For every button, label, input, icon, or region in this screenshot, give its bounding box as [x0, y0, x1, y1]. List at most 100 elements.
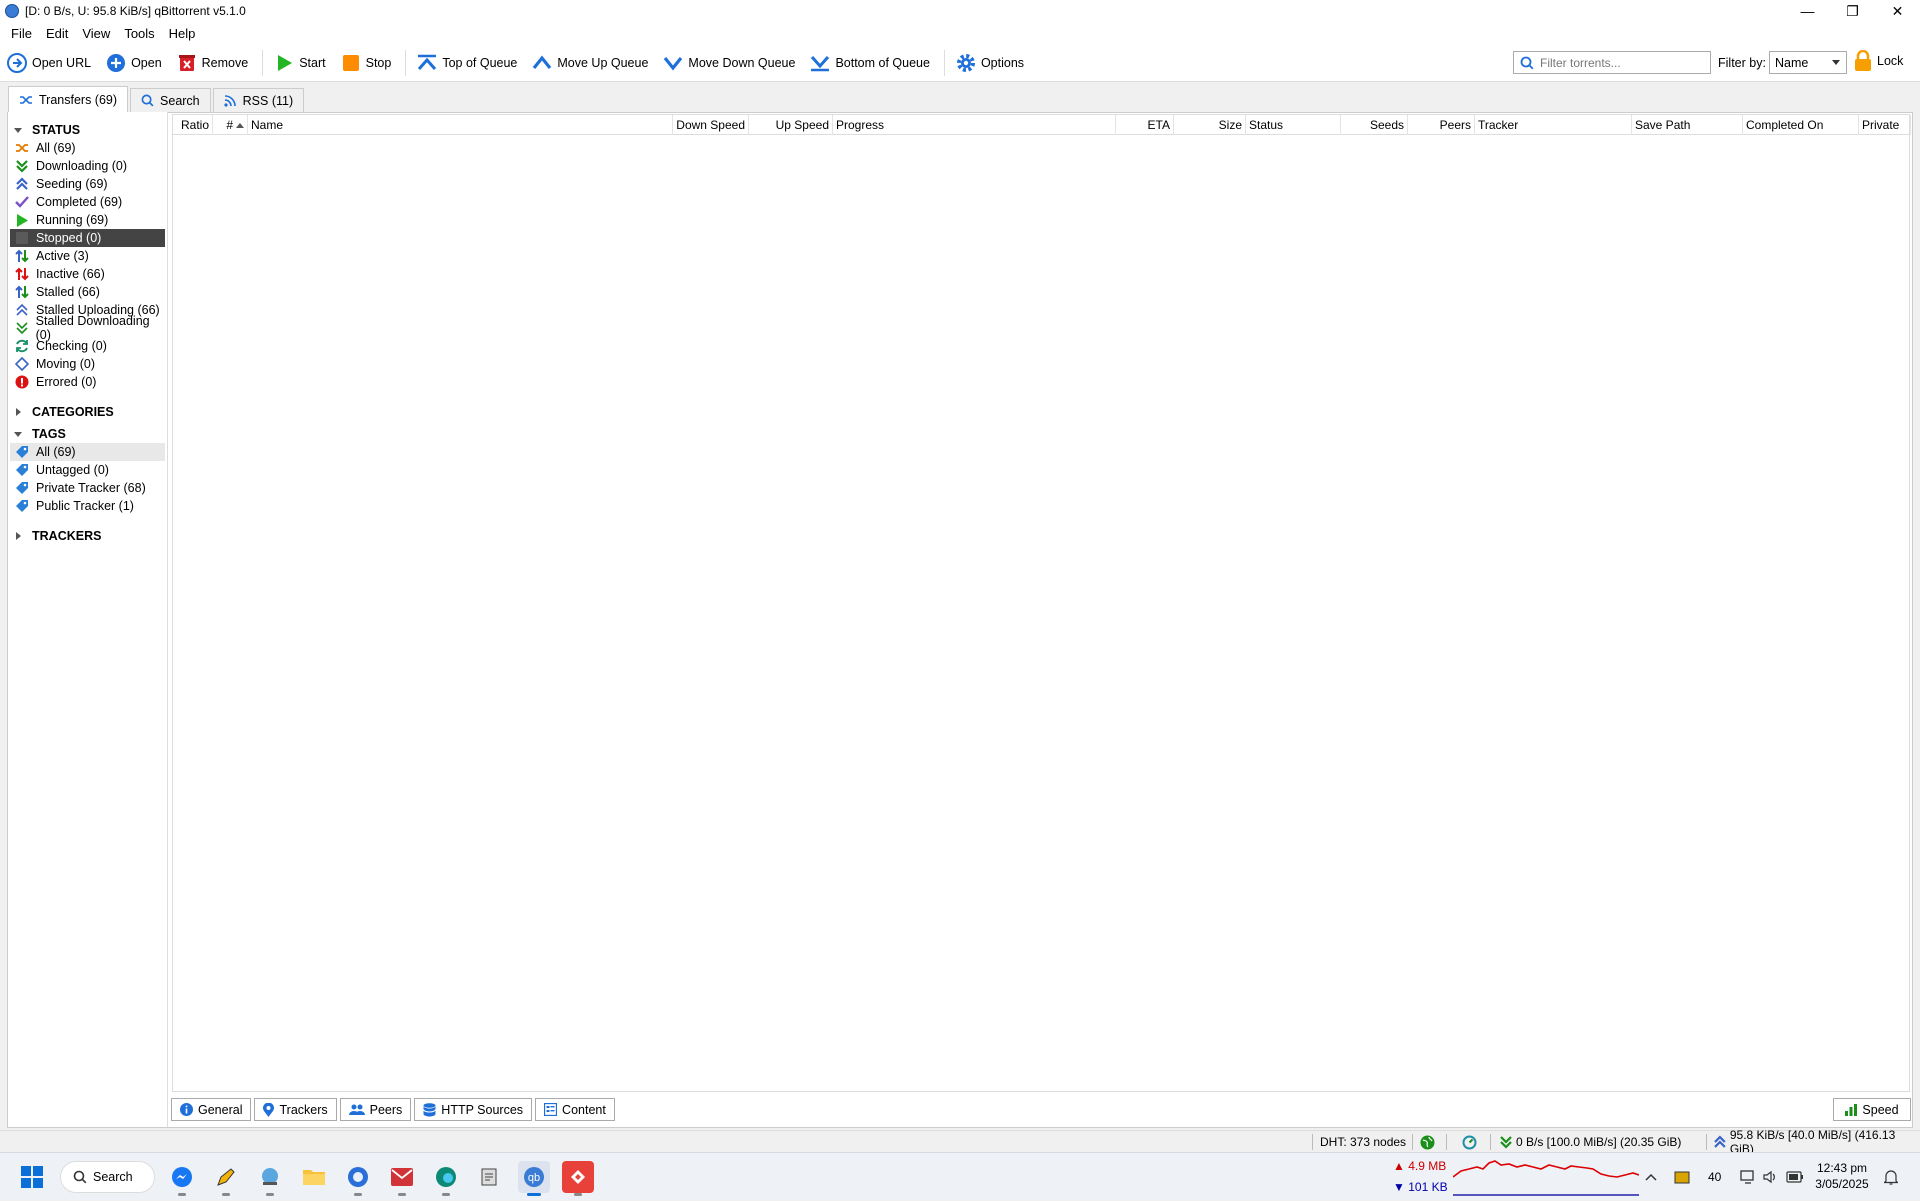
column-tracker[interactable]: Tracker	[1475, 115, 1632, 135]
database-icon	[423, 1102, 437, 1117]
torrent-list[interactable]: Ratio # Name Down Speed Up Speed Progres…	[172, 114, 1911, 1092]
options-button[interactable]: Options	[955, 48, 1024, 78]
status-all[interactable]: All (69)	[10, 139, 165, 157]
top-of-queue-button[interactable]: Top of Queue	[416, 48, 517, 78]
tags-title: TAGS	[32, 427, 66, 441]
column-queue-number[interactable]: #	[213, 115, 248, 135]
edge-beta-app[interactable]	[430, 1161, 462, 1196]
column-seeds[interactable]: Seeds	[1341, 115, 1408, 135]
script-app[interactable]	[474, 1161, 506, 1193]
categories-section-header[interactable]: CATEGORIES	[8, 403, 167, 421]
column-save-path[interactable]: Save Path	[1632, 115, 1743, 135]
notifications-button[interactable]	[1884, 1153, 1898, 1201]
column-progress[interactable]: Progress	[833, 115, 1116, 135]
tab-rss[interactable]: RSS (11)	[212, 88, 305, 112]
taskbar-search[interactable]: Search	[60, 1161, 155, 1193]
upload-speed-status[interactable]: 95.8 KiB/s [40.0 MiB/s] (416.13 GiB)	[1714, 1128, 1920, 1156]
column-ratio[interactable]: Ratio	[173, 115, 213, 135]
status-downloading[interactable]: Downloading (0)	[10, 157, 165, 175]
status-section-header[interactable]: STATUS	[8, 121, 167, 139]
filter-torrents-input[interactable]: Filter torrents...	[1513, 51, 1711, 74]
battery-tray-icon[interactable]	[1786, 1153, 1804, 1201]
network-app[interactable]	[254, 1161, 286, 1196]
status-moving[interactable]: Moving (0)	[10, 355, 165, 373]
status-seeding[interactable]: Seeding (69)	[10, 175, 165, 193]
status-inactive[interactable]: Inactive (66)	[10, 265, 165, 283]
firefox-app[interactable]	[342, 1161, 374, 1196]
menu-edit[interactable]: Edit	[39, 26, 75, 41]
download-speed-status[interactable]: 0 B/s [100.0 MiB/s] (20.35 GiB)	[1500, 1134, 1681, 1150]
tags-section-header[interactable]: TAGS	[8, 425, 167, 443]
options-label: Options	[980, 55, 1025, 70]
tab-transfers-label: Transfers (69)	[39, 92, 118, 107]
open-button[interactable]: Open	[105, 48, 162, 78]
tag-untagged[interactable]: Untagged (0)	[10, 461, 165, 479]
column-size[interactable]: Size	[1174, 115, 1246, 135]
move-up-queue-button[interactable]: Move Up Queue	[531, 48, 648, 78]
trackers-section-header[interactable]: TRACKERS	[8, 527, 167, 545]
tray-number[interactable]: 40	[1708, 1153, 1721, 1201]
column-up-speed[interactable]: Up Speed	[749, 115, 833, 135]
maximize-button[interactable]: ❐	[1830, 0, 1875, 22]
status-stalled[interactable]: Stalled (66)	[10, 283, 165, 301]
start-menu-button[interactable]	[16, 1161, 48, 1193]
menu-view[interactable]: View	[75, 26, 117, 41]
tab-http-sources[interactable]: HTTP Sources	[414, 1098, 533, 1121]
tab-content[interactable]: Content	[535, 1098, 615, 1121]
network-tray-icon[interactable]	[1740, 1153, 1756, 1201]
status-active[interactable]: Active (3)	[10, 247, 165, 265]
volume-tray-icon[interactable]	[1762, 1153, 1778, 1201]
remove-button[interactable]: Remove	[176, 48, 248, 78]
status-completed[interactable]: Completed (69)	[10, 193, 165, 211]
tray-app-icon[interactable]	[1674, 1153, 1690, 1201]
battery-icon	[1786, 1171, 1803, 1183]
status-stalled-downloading[interactable]: Stalled Downloading (0)	[10, 314, 165, 342]
tab-peers[interactable]: Peers	[339, 1098, 412, 1121]
file-explorer-app[interactable]	[298, 1161, 330, 1193]
tag-private-tracker[interactable]: Private Tracker (68)	[10, 479, 165, 497]
speed-graph-button[interactable]: Speed	[1833, 1098, 1911, 1121]
bottom-of-queue-button[interactable]: Bottom of Queue	[809, 48, 930, 78]
tag-public-tracker[interactable]: Public Tracker (1)	[10, 497, 165, 515]
menu-help[interactable]: Help	[162, 26, 203, 41]
close-button[interactable]: ✕	[1875, 0, 1920, 22]
menu-tools[interactable]: Tools	[117, 26, 161, 41]
column-status[interactable]: Status	[1246, 115, 1341, 135]
content-icon	[544, 1103, 558, 1116]
mail-app[interactable]	[386, 1161, 418, 1196]
tab-general[interactable]: General	[171, 1098, 252, 1121]
column-private[interactable]: Private	[1859, 115, 1911, 135]
pen-app[interactable]	[210, 1161, 242, 1196]
minimize-button[interactable]: —	[1785, 0, 1830, 22]
tag-all[interactable]: All (69)	[10, 443, 165, 461]
column-name[interactable]: Name	[248, 115, 673, 135]
qbittorrent-taskbar-app[interactable]: qb	[518, 1161, 550, 1196]
tab-trackers[interactable]: Trackers	[254, 1098, 337, 1121]
open-url-button[interactable]: Open URL	[6, 48, 91, 78]
filter-by-select[interactable]: Name	[1769, 51, 1847, 74]
column-eta[interactable]: ETA	[1116, 115, 1174, 135]
column-peers[interactable]: Peers	[1408, 115, 1475, 135]
tag-icon	[15, 481, 29, 495]
firefox-icon	[348, 1167, 368, 1187]
status-stopped[interactable]: Stopped (0)	[10, 229, 165, 247]
menu-file[interactable]: File	[4, 26, 39, 41]
tab-trackers-label: Trackers	[279, 1102, 328, 1117]
rss-icon	[224, 94, 237, 107]
connection-status[interactable]	[1420, 1134, 1435, 1150]
lock-button[interactable]: Lock	[1854, 50, 1903, 72]
tab-search[interactable]: Search	[130, 88, 211, 112]
column-completed-on[interactable]: Completed On	[1743, 115, 1859, 135]
column-down-speed[interactable]: Down Speed	[673, 115, 749, 135]
move-down-queue-button[interactable]: Move Down Queue	[662, 48, 795, 78]
start-button[interactable]: Start	[273, 48, 326, 78]
red-app[interactable]	[562, 1161, 594, 1196]
tab-transfers[interactable]: Transfers (69)	[8, 86, 129, 112]
status-errored[interactable]: Errored (0)	[10, 373, 165, 391]
system-clock[interactable]: 12:43 pm 3/05/2025	[1812, 1160, 1872, 1192]
show-hidden-icons-button[interactable]	[1645, 1153, 1657, 1201]
messenger-app[interactable]	[166, 1161, 198, 1196]
alt-speed-toggle[interactable]	[1462, 1134, 1477, 1150]
stop-button[interactable]: Stop	[340, 48, 391, 78]
status-running[interactable]: Running (69)	[10, 211, 165, 229]
